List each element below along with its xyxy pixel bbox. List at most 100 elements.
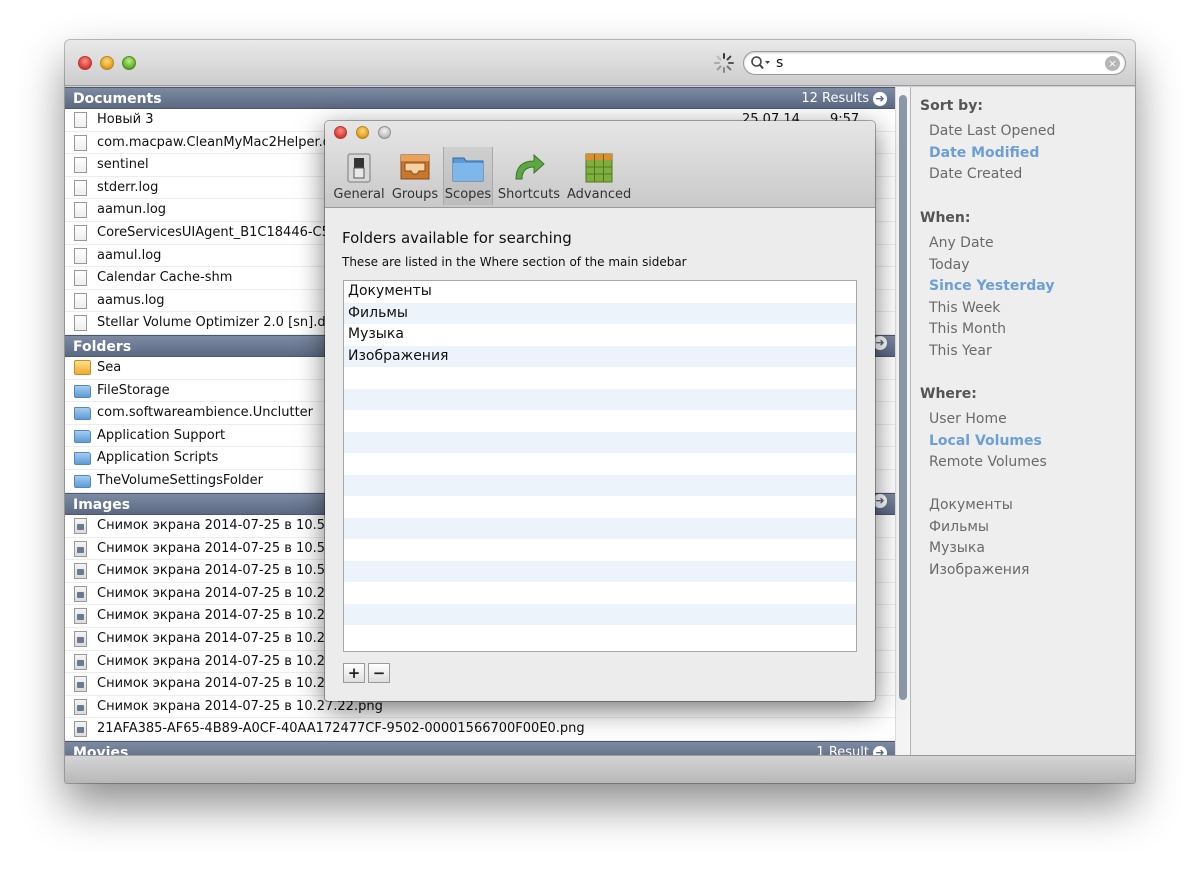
sidebar-filter-item[interactable]: Today xyxy=(929,257,970,273)
empty-list-row xyxy=(344,517,856,539)
result-count: 1 Result xyxy=(816,745,869,755)
sidebar-filter-item[interactable]: Документы xyxy=(929,497,1013,513)
section-count[interactable]: 12 Results ➜ xyxy=(801,88,887,110)
image-file-icon xyxy=(74,653,87,670)
document-icon xyxy=(74,247,87,264)
tab-advanced-label: Advanced xyxy=(567,187,632,202)
prefs-close-button[interactable] xyxy=(334,126,347,139)
show-all-arrow-icon[interactable]: ➜ xyxy=(873,746,887,755)
file-name: Снимок экрана 2014-07-25 в 10.54. xyxy=(97,518,338,533)
sidebar-filter-item[interactable]: Local Volumes xyxy=(929,433,1042,449)
file-name: FileStorage xyxy=(97,382,170,398)
scope-folder-row[interactable]: Фильмы xyxy=(344,302,856,324)
tab-advanced[interactable]: Advanced xyxy=(567,147,631,205)
sidebar-filter-item[interactable]: Date Created xyxy=(929,166,1022,182)
scopes-description: These are listed in the Where section of… xyxy=(342,255,687,269)
show-all-arrow-icon[interactable]: ➜ xyxy=(873,92,887,106)
file-name: Снимок экрана 2014-07-25 в 10.29. xyxy=(97,585,338,601)
image-file-icon xyxy=(74,676,87,693)
empty-list-row xyxy=(344,582,856,604)
section-header-movies: Movies 1 Result ➜ xyxy=(65,741,895,755)
search-menu-icon[interactable] xyxy=(750,55,772,71)
empty-list-row xyxy=(344,431,856,453)
folder-icon xyxy=(74,429,91,443)
empty-list-row xyxy=(344,367,856,389)
document-icon xyxy=(74,315,87,332)
file-name: CoreServicesUIAgent_B1C18446-C5E6 xyxy=(97,225,347,240)
progress-spinner-icon xyxy=(714,53,734,73)
sidebar-filter-item[interactable]: This Year xyxy=(929,343,992,359)
sidebar-filter-item[interactable]: Изображения xyxy=(929,562,1029,578)
image-file-icon xyxy=(74,518,87,534)
scrollbar-thumb[interactable] xyxy=(899,95,907,700)
document-icon xyxy=(74,112,87,128)
title-bar: s × xyxy=(65,40,1135,86)
file-name: Снимок экрана 2014-07-25 в 10.28. xyxy=(97,631,338,646)
sidebar-filter-item[interactable]: Date Last Opened xyxy=(929,123,1055,139)
search-field[interactable]: s × xyxy=(743,51,1126,75)
sidebar-filter-item[interactable]: Since Yesterday xyxy=(929,278,1054,294)
remove-folder-button[interactable]: − xyxy=(368,663,390,683)
tab-general[interactable]: General xyxy=(333,147,385,205)
scope-folder-row[interactable]: Музыка xyxy=(344,324,856,346)
section-count[interactable]: ➜ xyxy=(873,494,887,508)
minimize-window-button[interactable] xyxy=(100,56,114,70)
sidebar-filter-item[interactable]: This Week xyxy=(929,300,1000,316)
document-icon xyxy=(74,292,87,309)
grid-icon xyxy=(585,153,613,183)
switch-icon xyxy=(347,153,371,183)
file-name: Снимок экрана 2014-07-25 в 10.54. xyxy=(97,540,338,556)
clear-search-icon[interactable]: × xyxy=(1105,56,1120,71)
scope-folder-row[interactable]: Документы xyxy=(344,281,856,303)
file-name: com.macpaw.CleanMyMac2Helper.disk xyxy=(97,134,349,150)
show-all-arrow-icon[interactable]: ➜ xyxy=(873,336,887,350)
section-count[interactable]: 1 Result ➜ xyxy=(816,742,887,755)
tab-shortcuts[interactable]: Shortcuts xyxy=(497,147,561,205)
sidebar-filter-item[interactable]: Музыка xyxy=(929,540,985,556)
sidebar-filter-item[interactable]: Remote Volumes xyxy=(929,454,1047,470)
tab-groups-label: Groups xyxy=(391,187,439,202)
tab-groups[interactable]: Groups xyxy=(389,147,441,205)
search-query-text[interactable]: s xyxy=(776,55,783,71)
tab-scopes[interactable]: Scopes xyxy=(443,147,493,205)
document-icon xyxy=(74,225,87,241)
result-row[interactable]: 21AFA385-AF65-4B89-A0CF-40AA172477CF-950… xyxy=(65,718,895,741)
prefs-zoom-button xyxy=(378,126,391,139)
folder-icon xyxy=(74,384,91,398)
scope-folders-list[interactable]: Документы Фильмы Музыка Изображения xyxy=(343,280,857,652)
file-name: Application Support xyxy=(97,427,226,443)
zoom-window-button[interactable] xyxy=(122,56,136,70)
results-scrollbar[interactable] xyxy=(895,87,910,755)
preferences-toolbar: General Groups Scopes Shortcuts Advanced xyxy=(325,121,875,208)
folder-icon xyxy=(74,407,91,421)
folder-icon xyxy=(74,475,91,488)
empty-list-row xyxy=(344,496,856,518)
curved-arrow-icon xyxy=(515,153,545,180)
scope-folder-row[interactable]: Изображения xyxy=(344,345,856,367)
sidebar-filter-item[interactable]: Date Modified xyxy=(929,145,1039,161)
sidebar-filter-item[interactable]: User Home xyxy=(929,411,1007,427)
file-name: com.softwareambience.Unclutter xyxy=(97,405,314,421)
folder-icon xyxy=(452,157,484,182)
file-name: Application Scripts xyxy=(97,450,219,466)
bottom-bar xyxy=(65,755,1135,783)
section-title: Documents xyxy=(73,91,162,107)
prefs-minimize-button[interactable] xyxy=(356,126,369,139)
sidebar-filter-item[interactable]: Any Date xyxy=(929,235,994,251)
section-count[interactable]: ➜ xyxy=(873,336,887,350)
show-all-arrow-icon[interactable]: ➜ xyxy=(873,494,887,508)
close-window-button[interactable] xyxy=(78,56,92,70)
empty-list-row xyxy=(344,474,856,496)
empty-list-row xyxy=(344,453,856,475)
empty-list-row xyxy=(344,388,856,410)
add-folder-button[interactable]: + xyxy=(343,663,365,683)
file-name: aamul.log xyxy=(97,247,162,263)
document-icon xyxy=(74,179,87,196)
section-header-documents: Documents 12 Results ➜ xyxy=(65,87,895,109)
section-title: Folders xyxy=(73,339,132,355)
file-name: aamus.log xyxy=(97,292,165,308)
image-file-icon xyxy=(74,631,87,647)
sidebar-filter-item[interactable]: Фильмы xyxy=(929,519,989,535)
document-icon xyxy=(74,202,87,219)
sidebar-filter-item[interactable]: This Month xyxy=(929,321,1006,337)
